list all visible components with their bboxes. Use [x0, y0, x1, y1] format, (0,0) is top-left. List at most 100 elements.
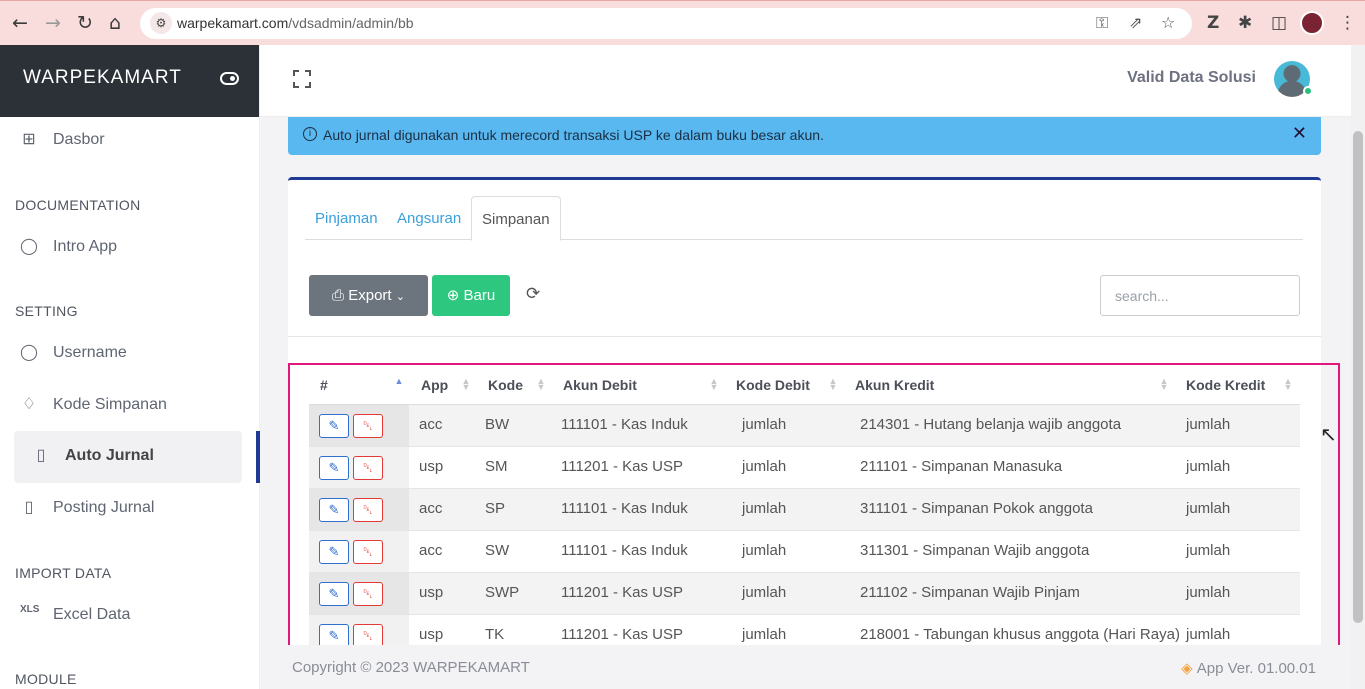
table-cell: jumlah — [1186, 416, 1231, 433]
table-cell: jumlah — [742, 542, 787, 559]
sidebar-item-excel-data[interactable]: XLS Excel Data — [14, 590, 242, 642]
sidebar-toggle-icon[interactable] — [220, 72, 239, 85]
table-cell: 211102 - Simpanan Wajib Pinjam — [860, 584, 1080, 601]
edit-icon[interactable]: ✎ — [319, 582, 349, 606]
tag-icon: ♢ — [21, 396, 37, 413]
edit-icon[interactable]: ✎ — [319, 540, 349, 564]
edit-icon[interactable]: ✎ — [319, 456, 349, 480]
sort-icon[interactable]: ▲ ▼ — [828, 377, 838, 392]
page-scrollbar[interactable] — [1351, 45, 1365, 689]
table-cell: jumlah — [1186, 542, 1231, 559]
key-icon[interactable]: ⚿ — [1096, 13, 1108, 33]
table-cell: jumlah — [1186, 458, 1231, 475]
sort-icon[interactable]: ▲ ▼ — [1159, 377, 1169, 392]
sort-icon[interactable]: ▲ ▼ — [709, 377, 719, 392]
search-input[interactable] — [1100, 275, 1300, 316]
table-cell: jumlah — [1186, 626, 1231, 643]
site-info-icon[interactable]: ⚙ — [150, 12, 172, 34]
edit-icon[interactable]: ✎ — [319, 414, 349, 438]
main-content: i Auto jurnal digunakan untuk merecord t… — [260, 117, 1351, 689]
sort-icon[interactable]: ▲ ▼ — [536, 377, 546, 392]
side-panel-icon[interactable]: ◫ — [1271, 13, 1287, 33]
col-akun-kredit[interactable]: Akun Kredit — [855, 377, 934, 393]
col-kode[interactable]: Kode — [488, 377, 523, 393]
table-cell: jumlah — [1186, 584, 1231, 601]
sort-asc-icon[interactable]: ▲ — [394, 377, 404, 386]
col-kode-debit[interactable]: Kode Debit — [736, 377, 810, 393]
table-cell: jumlah — [742, 500, 787, 517]
extensions-puzzle-icon[interactable]: ✱ — [1238, 13, 1252, 33]
refresh-icon[interactable]: ⟳ — [526, 284, 540, 304]
profile-avatar[interactable] — [1300, 11, 1324, 35]
delete-icon[interactable]: ␡ — [353, 498, 383, 522]
add-new-button[interactable]: ⊕ Baru — [432, 275, 510, 316]
user-name[interactable]: Valid Data Solusi — [1127, 69, 1256, 87]
delete-icon[interactable]: ␡ — [353, 456, 383, 480]
zotero-extension-icon[interactable]: Z — [1207, 13, 1219, 33]
edit-icon[interactable]: ✎ — [319, 498, 349, 522]
tab-angsuran[interactable]: Angsuran — [387, 196, 471, 240]
sidebar-item-label: Posting Jurnal — [53, 499, 155, 516]
reload-icon[interactable]: ↻ — [77, 13, 93, 33]
sidebar-item-intro-app[interactable]: ◯ Intro App — [14, 222, 242, 274]
table-cell: 111101 - Kas Induk — [561, 500, 688, 517]
sidebar-item-kode-simpanan[interactable]: ♢ Kode Simpanan — [14, 380, 242, 432]
col-app[interactable]: App — [421, 377, 448, 393]
forward-icon[interactable]: → — [45, 13, 61, 33]
brand-header: WARPEKAMART — [0, 45, 259, 117]
sidebar-item-dasbor[interactable]: ⊞ Dasbor — [14, 115, 242, 167]
bookmark-star-icon[interactable]: ☆ — [1161, 13, 1175, 32]
fullscreen-icon[interactable] — [293, 70, 311, 88]
col-number[interactable]: # — [320, 377, 328, 393]
user-icon: ◯ — [20, 344, 38, 361]
table-cell: jumlah — [1186, 500, 1231, 517]
back-icon[interactable]: ← — [12, 13, 28, 33]
row-actions: ✎ ␡ — [309, 573, 409, 614]
table-cell: jumlah — [742, 458, 787, 475]
tab-pinjaman[interactable]: Pinjaman — [305, 196, 388, 240]
sort-icon[interactable]: ▲ ▼ — [1283, 377, 1293, 392]
delete-icon[interactable]: ␡ — [353, 414, 383, 438]
online-status-dot — [1303, 86, 1313, 96]
sidebar-item-auto-jurnal[interactable]: ▯ Auto Jurnal — [14, 431, 242, 483]
sidebar-item-username[interactable]: ◯ Username — [14, 328, 242, 380]
section-documentation: DOCUMENTATION — [15, 197, 141, 213]
col-akun-debit[interactable]: Akun Debit — [563, 377, 637, 393]
mouse-cursor-icon: ↖ — [1320, 422, 1337, 446]
new-label: Baru — [463, 287, 496, 304]
excel-icon: XLS — [20, 604, 40, 615]
section-module: MODULE — [15, 671, 77, 687]
table-row: ✎ ␡ acc SW 111101 - Kas Induk jumlah 311301 - … — [309, 531, 1300, 573]
url-text[interactable]: warpekamart.com/vdsadmin/admin/bb — [177, 15, 414, 31]
brand-name: WARPEKAMART — [23, 67, 182, 88]
table-cell: TK — [485, 626, 505, 643]
delete-icon[interactable]: ␡ — [353, 582, 383, 606]
sidebar-item-label: Excel Data — [53, 606, 131, 623]
table-header: # ▲ App ▲ ▼ Kode ▲ ▼ Akun Debit ▲ ▼ Kode De… — [309, 367, 1300, 405]
sidebar-item-posting-jurnal[interactable]: ▯ Posting Jurnal — [14, 483, 242, 535]
sidebar-item-label: Dasbor — [53, 131, 105, 148]
section-import-data: IMPORT DATA — [15, 565, 112, 581]
table-cell: usp — [419, 626, 444, 643]
tab-simpanan[interactable]: Simpanan — [471, 196, 561, 241]
table-cell: SWP — [485, 584, 520, 601]
table-row: ✎ ␡ usp SWP 111201 - Kas USP jumlah 211102 - S… — [309, 573, 1300, 615]
table-cell: 111201 - Kas USP — [561, 626, 684, 643]
scrollbar-thumb[interactable] — [1353, 131, 1363, 623]
export-button[interactable]: ⎙ Export ⌄ — [309, 275, 428, 316]
address-bar[interactable]: ⚙ warpekamart.com/vdsadmin/admin/bb ⚿ ⇗ … — [140, 8, 1192, 39]
col-kode-kredit[interactable]: Kode Kredit — [1186, 377, 1265, 393]
delete-icon[interactable]: ␡ — [353, 540, 383, 564]
file-icon: ▯ — [24, 499, 34, 516]
table-cell: 218001 - Tabungan khusus anggota (Hari R… — [860, 626, 1180, 643]
table-body: ✎ ␡ acc BW 111101 - Kas Induk jumlah 214301 - … — [309, 405, 1300, 657]
sort-icon[interactable]: ▲ ▼ — [461, 377, 471, 392]
table-cell: 111101 - Kas Induk — [561, 416, 688, 433]
table-row: ✎ ␡ acc SP 111101 - Kas Induk jumlah 311101 - … — [309, 489, 1300, 531]
share-icon[interactable]: ⇗ — [1129, 13, 1142, 32]
close-icon[interactable]: ✕ — [1292, 123, 1307, 144]
plus-circle-icon: ⊕ — [446, 287, 460, 304]
menu-kebab-icon[interactable]: ⋮ — [1339, 13, 1356, 33]
table-cell: acc — [419, 542, 443, 559]
home-icon[interactable]: ⌂ — [109, 13, 121, 33]
